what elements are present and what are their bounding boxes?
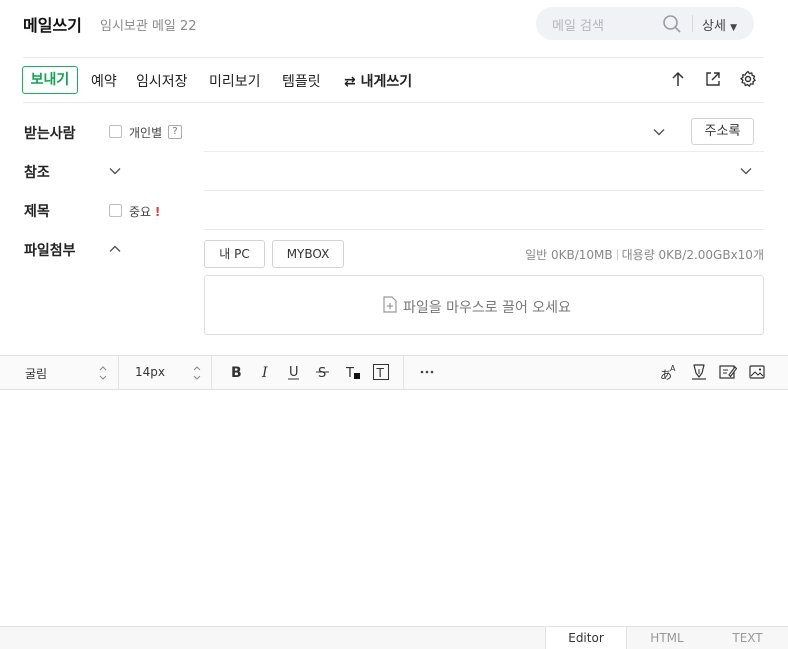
signature-pen-icon[interactable] [690,363,708,381]
important-text: 중요 [129,205,152,219]
attach-label: 파일첨부 [24,243,76,259]
underline-icon[interactable]: U [285,363,303,381]
subject-underline [204,229,764,230]
search-detail-label: 상세 [702,19,726,34]
caret-down-icon: ▼ [730,23,737,33]
strikethrough-icon[interactable]: S [314,363,332,381]
font-stepper-icon[interactable] [98,363,108,387]
cc-label: 참조 [24,165,50,181]
search-input[interactable]: 메일 검색 [552,15,604,34]
file-add-icon [383,296,397,317]
write-to-self-button[interactable]: ⇄ 내게쓰기 [344,71,412,91]
to-underline [204,151,764,152]
search-divider [692,15,693,32]
dropzone-text: 파일을 마우스로 끌어 오세요 [403,300,571,316]
svg-text:I: I [261,365,268,381]
individual-checkbox[interactable] [109,125,122,138]
write-to-self-label: 내게쓰기 [360,74,413,90]
address-book-button[interactable]: 주소록 [691,118,754,145]
important-label: 중요 ! [129,203,160,220]
font-select[interactable]: 굴림 [25,365,47,382]
quota-large: 대용량 0KB/2.00GBx10개 [621,248,764,262]
attach-quota: 일반 0KB/10MB 대용량 0KB/2.00GBx10개 [525,246,764,263]
svg-text:B: B [231,365,242,381]
toolbar-separator [211,356,212,389]
chevron-up-icon[interactable] [108,242,122,260]
svg-text:T: T [376,366,385,380]
important-mark: ! [154,205,161,219]
to-label: 받는사람 [24,126,76,142]
arrow-up-icon[interactable] [669,70,687,92]
italic-icon[interactable]: I [256,363,274,381]
mail-search-box[interactable]: 메일 검색 상세 ▼ [536,7,754,40]
bold-icon[interactable]: B [227,363,245,381]
subject-label: 제목 [24,204,50,220]
size-stepper-icon[interactable] [192,363,202,387]
my-pc-button[interactable]: 내 PC [204,240,265,268]
chevron-down-icon[interactable] [652,125,666,143]
svg-text:T: T [345,366,354,381]
to-input[interactable] [204,118,664,146]
more-options-icon[interactable] [419,363,437,381]
settings-gear-icon[interactable] [739,70,757,92]
toolbar-divider [23,102,764,103]
cc-chevron-down-icon[interactable] [108,164,122,182]
quota-normal: 일반 0KB/10MB [525,248,613,262]
subject-input[interactable] [204,196,764,224]
cc-underline [204,190,764,191]
page-title: 메일쓰기 [23,16,82,35]
text-color-icon[interactable]: T [344,363,362,381]
important-checkbox[interactable] [109,204,122,217]
tab-text[interactable]: TEXT [707,627,788,649]
search-icon[interactable] [662,14,682,38]
tab-html[interactable]: HTML [627,627,707,649]
cc-input[interactable] [204,158,724,186]
mybox-button[interactable]: MYBOX [272,240,344,268]
editor-toolbar: 굴림 14px B I U S T T あA [0,355,788,390]
new-window-icon[interactable] [704,70,722,92]
cc-expand-chevron-icon[interactable] [739,164,753,182]
svg-text:U: U [289,365,299,380]
drafts-count-link[interactable]: 임시보관 메일 22 [100,15,197,34]
swap-arrows-icon: ⇄ [344,74,356,90]
signature-card-icon[interactable] [719,363,738,381]
tab-editor[interactable]: Editor [545,627,627,649]
template-button[interactable]: 템플릿 [282,71,321,91]
header-divider [23,57,764,58]
image-icon[interactable] [748,363,766,381]
svg-text:A: A [670,364,676,373]
quota-separator [616,249,618,260]
toolbar-separator [118,356,119,389]
toolbar-separator [403,356,404,389]
svg-text:S: S [318,366,326,381]
temp-save-button[interactable]: 임시저장 [136,71,188,91]
individual-label: 개인별 [129,126,163,140]
file-dropzone[interactable]: 파일을 마우스로 끌어 오세요 [204,275,764,335]
send-button[interactable]: 보내기 [22,66,78,94]
help-icon[interactable]: ? [168,125,182,139]
font-size-select[interactable]: 14px [135,365,165,379]
reserve-button[interactable]: 예약 [91,71,117,91]
preview-button[interactable]: 미리보기 [209,71,261,91]
text-background-icon[interactable]: T [372,363,390,381]
spell-check-icon[interactable]: あA [660,363,678,382]
search-detail-button[interactable]: 상세 ▼ [702,15,737,34]
editor-mode-tabs: Editor HTML TEXT [0,626,788,649]
editor-body[interactable] [0,390,788,626]
